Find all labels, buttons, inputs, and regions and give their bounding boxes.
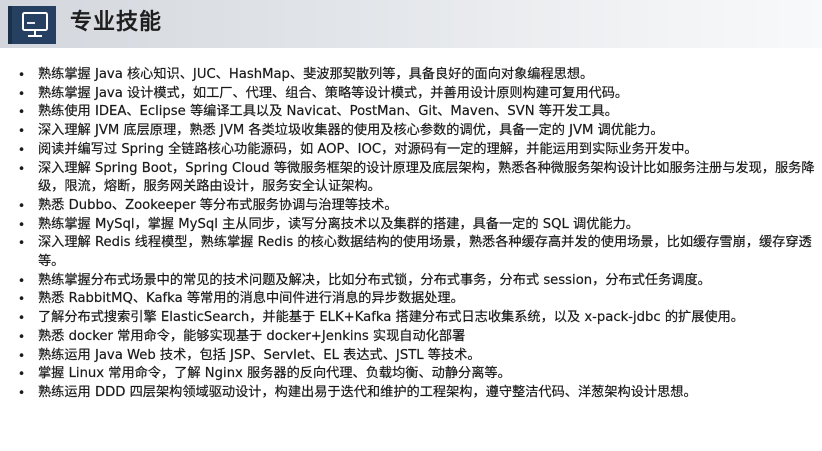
- skills-list: • 熟练掌握 Java 核心知识、JUC、HashMap、斐波那契散列等，具备良好…: [16, 66, 816, 403]
- skill-item: • 熟练运用 Java Web 技术，包括 JSP、Servlet、EL 表达式、…: [16, 347, 816, 366]
- skill-item: • 熟悉 docker 常用命令，能够实现基于 docker+Jenkins 实现…: [16, 328, 816, 347]
- section-header: 专业技能: [0, 0, 822, 48]
- bullet-icon: •: [18, 311, 26, 326]
- skill-item: • 熟练掌握 Java 核心知识、JUC、HashMap、斐波那契散列等，具备良好…: [16, 66, 816, 85]
- skill-text: 熟练掌握 Java 设计模式，如工厂、代理、组合、策略等设计模式，并善用设计原则…: [38, 85, 629, 101]
- skill-text: 熟练掌握分布式场景中的常见的技术问题及解决，比如分布式锁，分布式事务，分布式 s…: [38, 272, 711, 288]
- skill-item: • 熟练使用 IDEA、Eclipse 等编译工具以及 Navicat、PostM…: [16, 103, 816, 122]
- section-title: 专业技能: [70, 10, 163, 35]
- skill-text: 熟悉 docker 常用命令，能够实现基于 docker+Jenkins 实现自…: [38, 328, 466, 344]
- skill-text: 掌握 Linux 常用命令，了解 Nginx 服务器的反向代理、负载均衡、动静分…: [38, 366, 511, 382]
- skill-item: • 熟练掌握 Java 设计模式，如工厂、代理、组合、策略等设计模式，并善用设计原…: [16, 85, 816, 104]
- skill-item: • 掌握 Linux 常用命令，了解 Nginx 服务器的反向代理、负载均衡、动静…: [16, 365, 816, 384]
- bullet-icon: •: [18, 217, 26, 232]
- skill-item: • 熟练掌握分布式场景中的常见的技术问题及解决，比如分布式锁，分布式事务，分布式 …: [16, 272, 816, 291]
- bullet-icon: •: [18, 124, 26, 139]
- skill-text: 了解分布式搜索引擎 ElasticSearch，并能基于 ELK+Kafka 搭…: [38, 310, 744, 326]
- skill-text: 熟练使用 IDEA、Eclipse 等编译工具以及 Navicat、PostMa…: [38, 104, 618, 120]
- skill-text: 熟练掌握 MySql，掌握 MySql 主从同步，读写分离技术以及集群的搭建，具…: [38, 216, 639, 232]
- skill-text: 熟练掌握 Java 核心知识、JUC、HashMap、斐波那契散列等，具备良好的…: [38, 67, 594, 82]
- skill-item: • 了解分布式搜索引擎 ElasticSearch，并能基于 ELK+Kafka …: [16, 309, 816, 328]
- skill-text: 深入理解 JVM 底层原理，熟悉 JVM 各类垃圾收集器的使用及核心参数的调优，…: [38, 123, 664, 139]
- bullet-icon: •: [18, 68, 26, 82]
- skill-text: 熟练运用 Java Web 技术，包括 JSP、Servlet、EL 表达式、J…: [38, 347, 481, 363]
- skill-text: 深入理解 Redis 线程模型，熟练掌握 Redis 的核心数据结构的使用场景，…: [38, 235, 812, 270]
- bullet-icon: •: [18, 273, 26, 288]
- bullet-icon: •: [18, 86, 26, 101]
- skill-item: • 熟悉 Dubbo、Zookeeper 等分布式服务协调与治理等技术。: [16, 197, 816, 216]
- skill-text: 熟练运用 DDD 四层架构领域驱动设计，构建出易于迭代和维护的工程架构，遵守整洁…: [38, 384, 697, 400]
- skill-item: • 阅读并编写过 Spring 全链路核心功能源码，如 AOP、IOC，对源码有一…: [16, 141, 816, 160]
- skill-text: 熟悉 RabbitMQ、Kafka 等常用的消息中间件进行消息的异步数据处理。: [38, 291, 464, 307]
- skill-item: • 深入理解 Spring Boot，Spring Cloud 等微服务框架的设计…: [16, 160, 816, 197]
- bullet-icon: •: [18, 348, 26, 363]
- bullet-icon: •: [18, 105, 26, 120]
- bullet-icon: •: [18, 198, 26, 213]
- skill-text: 熟悉 Dubbo、Zookeeper 等分布式服务协调与治理等技术。: [38, 197, 398, 213]
- skill-text: 阅读并编写过 Spring 全链路核心功能源码，如 AOP、IOC，对源码有一定…: [38, 141, 698, 157]
- bullet-icon: •: [18, 329, 26, 344]
- bullet-icon: •: [18, 367, 26, 382]
- skill-text: 深入理解 Spring Boot，Spring Cloud 等微服务框架的设计原…: [38, 160, 815, 195]
- bullet-icon: •: [18, 142, 26, 157]
- bullet-icon: •: [18, 292, 26, 307]
- skill-item: • 深入理解 JVM 底层原理，熟悉 JVM 各类垃圾收集器的使用及核心参数的调优…: [16, 122, 816, 141]
- bullet-icon: •: [18, 161, 26, 176]
- skill-item: • 熟练运用 DDD 四层架构领域驱动设计，构建出易于迭代和维护的工程架构，遵守整…: [16, 384, 816, 403]
- bullet-icon: •: [18, 385, 26, 400]
- skill-item: • 熟练掌握 MySql，掌握 MySql 主从同步，读写分离技术以及集群的搭建，…: [16, 216, 816, 235]
- skill-item: • 深入理解 Redis 线程模型，熟练掌握 Redis 的核心数据结构的使用场景…: [16, 234, 816, 271]
- bullet-icon: •: [18, 236, 26, 251]
- skill-item: • 熟悉 RabbitMQ、Kafka 等常用的消息中间件进行消息的异步数据处理。: [16, 290, 816, 309]
- monitor-icon: [12, 6, 56, 44]
